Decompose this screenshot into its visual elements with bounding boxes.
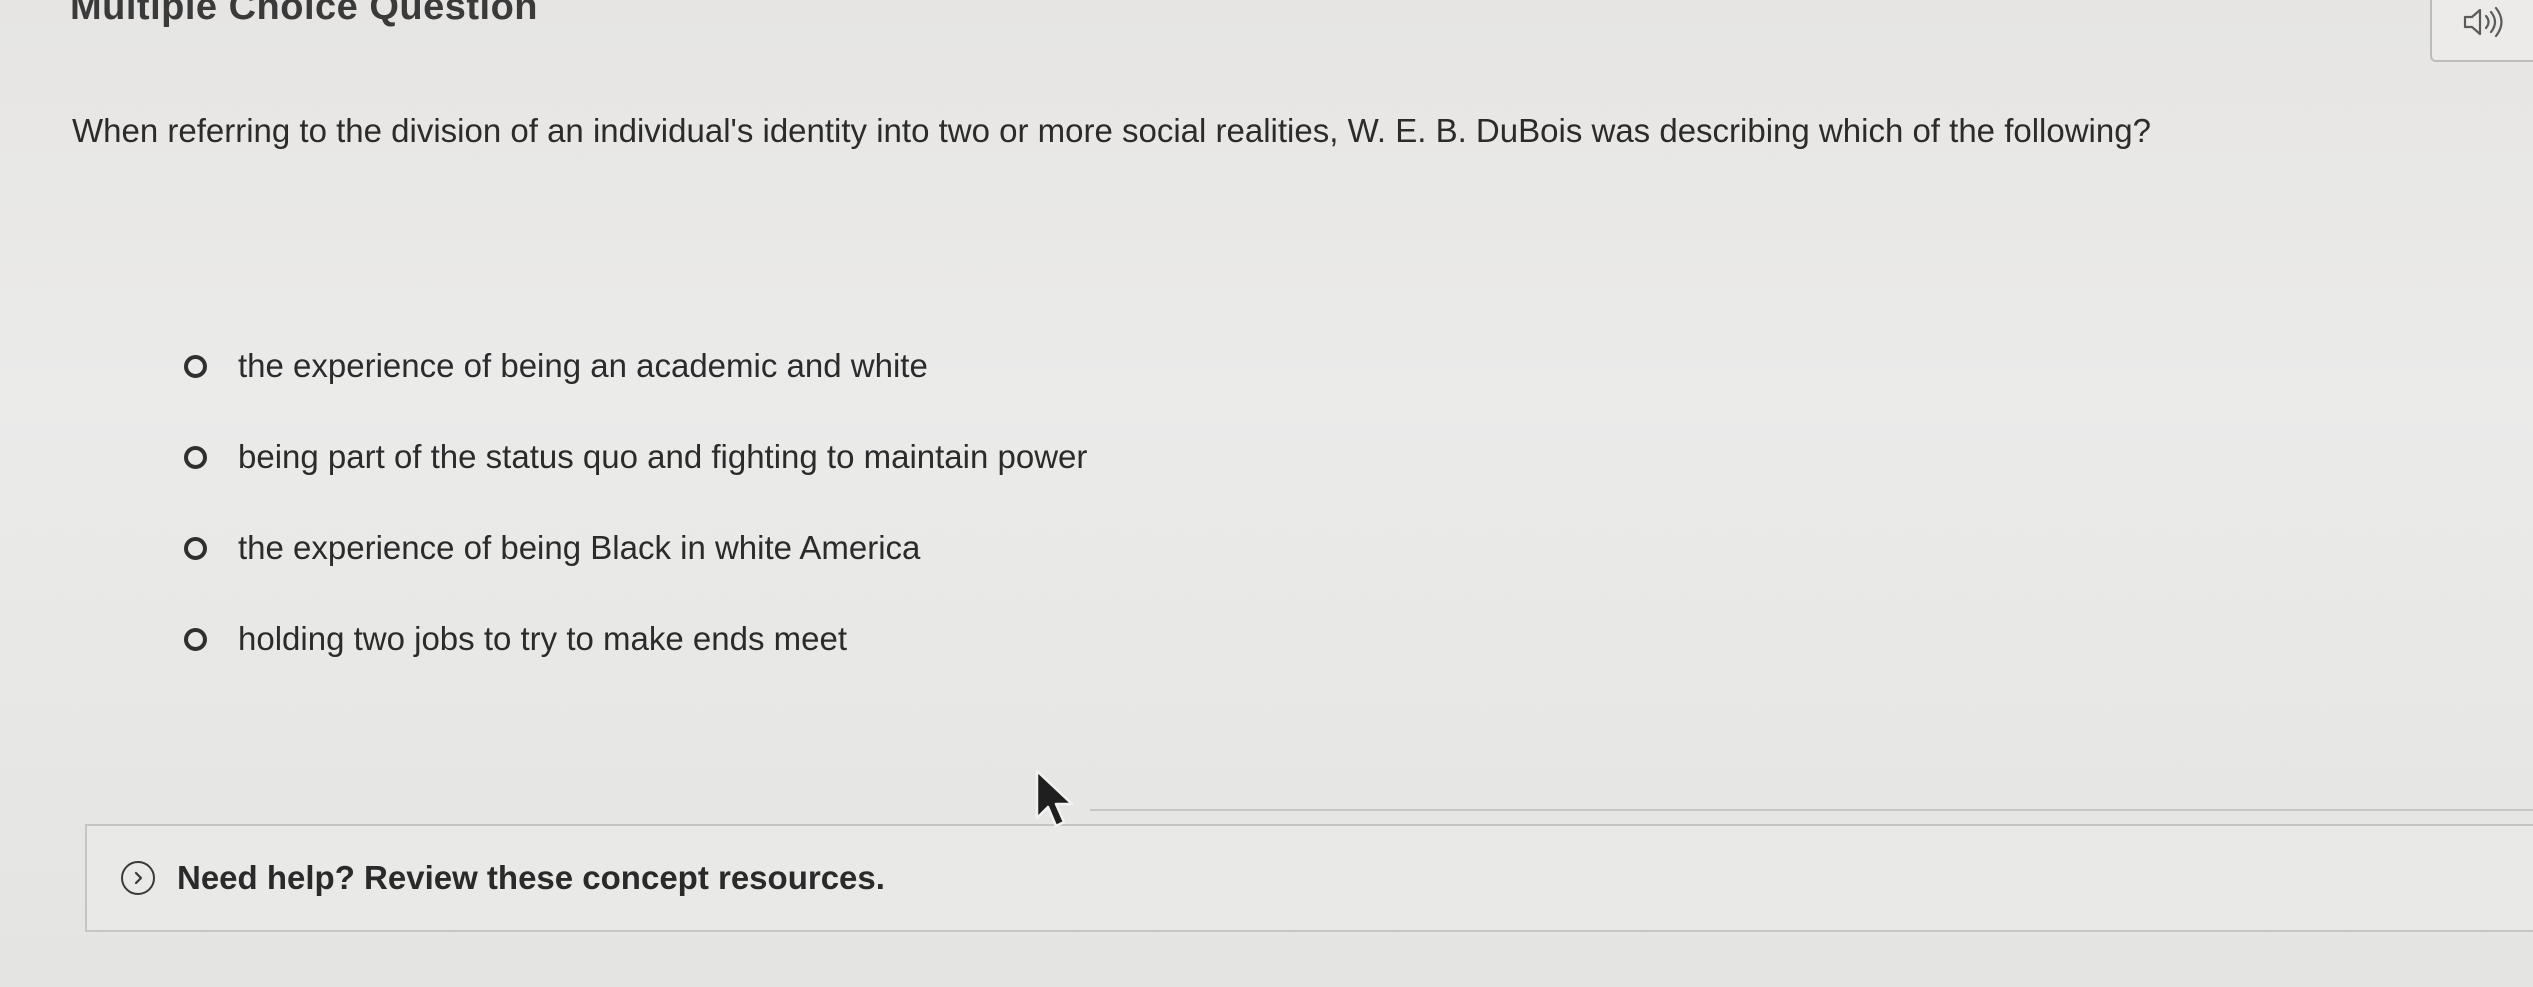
answer-options: the experience of being an academic and … [184, 338, 1087, 702]
answer-option-label: holding two jobs to try to make ends mee… [238, 620, 847, 657]
question-text: When referring to the division of an ind… [72, 112, 2151, 149]
page-title: Multiple Choice Question [70, 0, 539, 28]
answer-option-2[interactable]: being part of the status quo and fightin… [184, 429, 1087, 485]
radio-button[interactable] [184, 536, 207, 560]
concept-resources-panel[interactable]: Need help? Review these concept resource… [85, 824, 2533, 932]
answer-option-label: the experience of being an academic and … [238, 347, 928, 384]
divider [1090, 809, 2533, 811]
answer-option-3[interactable]: the experience of being Black in white A… [184, 520, 1087, 576]
answer-option-4[interactable]: holding two jobs to try to make ends mee… [184, 611, 1087, 667]
chevron-right-circle-icon [121, 861, 155, 895]
radio-button[interactable] [184, 445, 207, 469]
answer-option-1[interactable]: the experience of being an academic and … [184, 338, 1087, 394]
speaker-icon [2463, 6, 2503, 38]
concept-resources-link[interactable]: Need help? Review these concept resource… [177, 859, 885, 897]
mouse-pointer-icon [1035, 769, 1074, 828]
radio-button[interactable] [184, 354, 207, 378]
audio-button[interactable] [2430, 0, 2533, 62]
radio-button[interactable] [184, 627, 207, 651]
answer-option-label: being part of the status quo and fightin… [238, 438, 1088, 475]
answer-option-label: the experience of being Black in white A… [238, 529, 921, 566]
